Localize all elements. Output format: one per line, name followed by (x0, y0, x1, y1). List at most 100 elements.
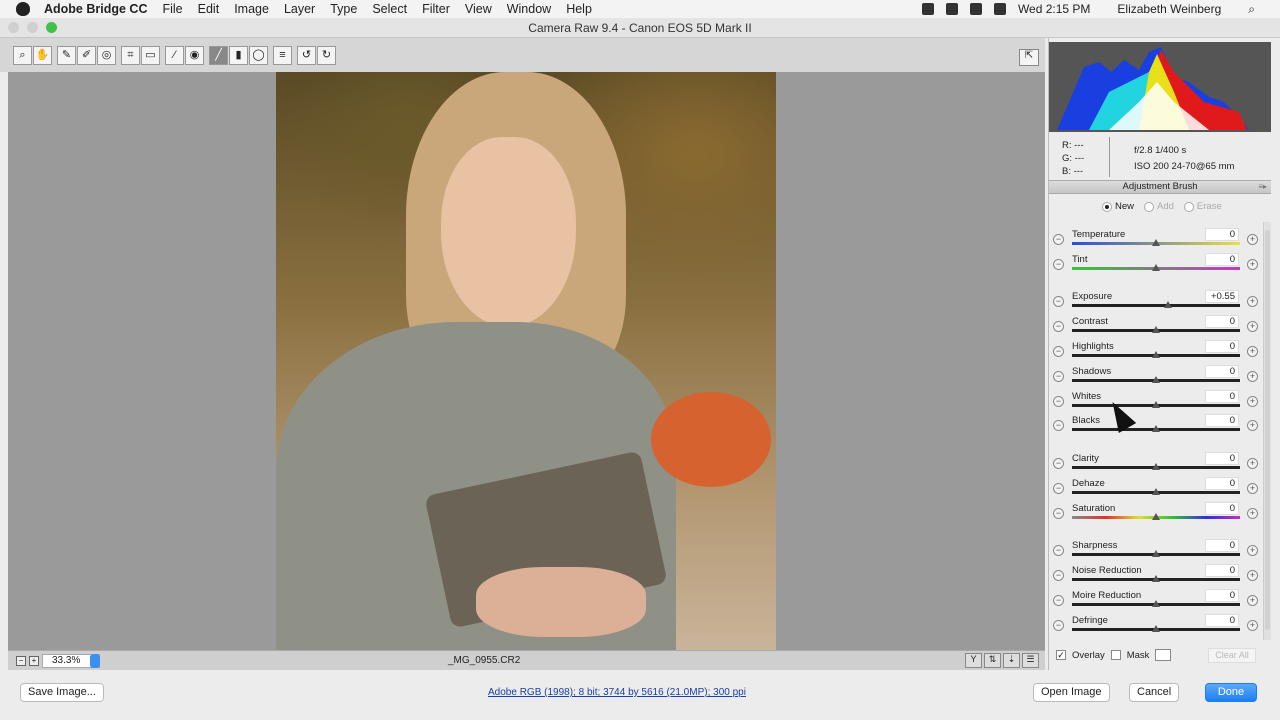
save-image-button[interactable]: Save Image... (20, 683, 104, 702)
clock[interactable]: Wed 2:15 PM (1018, 2, 1090, 16)
mode-new-radio[interactable]: New (1102, 201, 1134, 212)
tint-value-input[interactable]: 0 (1205, 253, 1239, 266)
slider-thumb[interactable] (1152, 463, 1160, 470)
highlights-value-input[interactable]: 0 (1205, 340, 1239, 353)
decrease-icon[interactable]: − (1053, 371, 1064, 382)
straighten-tool[interactable]: ▭ (141, 45, 160, 65)
dehaze-value-input[interactable]: 0 (1205, 477, 1239, 490)
panel-menu-icon[interactable]: ≡▸ (1258, 181, 1267, 193)
blacks-value-input[interactable]: 0 (1205, 414, 1239, 427)
menu-select[interactable]: Select (372, 2, 407, 16)
graduated-filter-tool[interactable]: ▮ (229, 45, 248, 65)
slider-thumb[interactable] (1152, 625, 1160, 632)
moire-reduction-value-input[interactable]: 0 (1205, 589, 1239, 602)
color-sampler-tool[interactable]: ✐ (77, 45, 96, 65)
wifi-icon[interactable] (969, 3, 982, 15)
increase-icon[interactable]: + (1247, 508, 1258, 519)
menu-help[interactable]: Help (566, 2, 592, 16)
sharpness-value-input[interactable]: 0 (1205, 539, 1239, 552)
menu-layer[interactable]: Layer (284, 2, 315, 16)
decrease-icon[interactable]: − (1053, 595, 1064, 606)
decrease-icon[interactable]: − (1053, 545, 1064, 556)
zoom-tool[interactable]: ⌕ (13, 45, 32, 65)
increase-icon[interactable]: + (1247, 545, 1258, 556)
decrease-icon[interactable]: − (1053, 570, 1064, 581)
workflow-options-link[interactable]: Adobe RGB (1998); 8 bit; 3744 by 5616 (2… (488, 687, 746, 698)
slider-thumb[interactable] (1152, 376, 1160, 383)
increase-icon[interactable]: + (1247, 396, 1258, 407)
slider-thumb[interactable] (1152, 425, 1160, 432)
slider-thumb[interactable] (1152, 239, 1160, 246)
slider-thumb[interactable] (1152, 488, 1160, 495)
slider-thumb[interactable] (1152, 575, 1160, 582)
menu-view[interactable]: View (465, 2, 492, 16)
noise-reduction-value-input[interactable]: 0 (1205, 564, 1239, 577)
volume-icon[interactable] (993, 3, 1006, 15)
menu-image[interactable]: Image (234, 2, 269, 16)
rotate-right-tool[interactable]: ↻ (317, 45, 336, 65)
contrast-value-input[interactable]: 0 (1205, 315, 1239, 328)
decrease-icon[interactable]: − (1053, 321, 1064, 332)
defringe-value-input[interactable]: 0 (1205, 614, 1239, 627)
rotate-left-tool[interactable]: ↺ (297, 45, 316, 65)
increase-icon[interactable]: + (1247, 234, 1258, 245)
targeted-adjustment-tool[interactable]: ◎ (97, 45, 116, 65)
increase-icon[interactable]: + (1247, 321, 1258, 332)
preferences-tool[interactable]: ≡ (273, 45, 292, 65)
slider-thumb[interactable] (1152, 550, 1160, 557)
spotlight-search-icon[interactable]: ⌕ (1248, 2, 1255, 17)
increase-icon[interactable]: + (1247, 458, 1258, 469)
slider-thumb[interactable] (1152, 513, 1160, 520)
increase-icon[interactable]: + (1247, 420, 1258, 431)
open-image-button[interactable]: Open Image (1033, 683, 1110, 702)
spot-removal-tool[interactable]: ⁄ (165, 45, 184, 65)
slider-thumb[interactable] (1152, 264, 1160, 271)
slider-thumb[interactable] (1152, 600, 1160, 607)
slider-thumb[interactable] (1152, 326, 1160, 333)
decrease-icon[interactable]: − (1053, 420, 1064, 431)
swap-settings-button[interactable]: ⇅ (984, 653, 1001, 668)
white-balance-tool[interactable]: ✎ (57, 45, 76, 65)
photo[interactable] (276, 72, 776, 650)
fullscreen-toggle-button[interactable]: ⇱ (1019, 49, 1039, 66)
decrease-icon[interactable]: − (1053, 346, 1064, 357)
zoom-in-button[interactable]: + (29, 656, 39, 666)
increase-icon[interactable]: + (1247, 296, 1258, 307)
apple-icon[interactable] (16, 2, 30, 16)
overlay-checkbox[interactable]: ✓ (1056, 650, 1066, 660)
menu-window[interactable]: Window (507, 2, 551, 16)
shadows-value-input[interactable]: 0 (1205, 365, 1239, 378)
increase-icon[interactable]: + (1247, 346, 1258, 357)
mode-erase-radio[interactable]: Erase (1183, 201, 1222, 212)
whites-value-input[interactable]: 0 (1205, 390, 1239, 403)
radial-filter-tool[interactable]: ◯ (249, 45, 268, 65)
panel-scrollbar[interactable] (1263, 222, 1271, 640)
slider-track[interactable] (1072, 304, 1240, 307)
menu-filter[interactable]: Filter (422, 2, 450, 16)
clarity-value-input[interactable]: 0 (1205, 452, 1239, 465)
evernote-icon[interactable] (945, 3, 958, 15)
dropbox-icon[interactable] (921, 3, 934, 15)
increase-icon[interactable]: + (1247, 620, 1258, 631)
zoom-out-button[interactable]: − (16, 656, 26, 666)
increase-icon[interactable]: + (1247, 259, 1258, 270)
adjustment-brush-tool[interactable]: ╱ (209, 45, 228, 65)
slider-thumb[interactable] (1152, 351, 1160, 358)
increase-icon[interactable]: + (1247, 371, 1258, 382)
image-preview[interactable] (8, 72, 1045, 650)
scrollbar-thumb[interactable] (1265, 230, 1270, 630)
hand-tool[interactable]: ✋ (33, 45, 52, 65)
menu-type[interactable]: Type (330, 2, 357, 16)
temperature-value-input[interactable]: 0 (1205, 228, 1239, 241)
decrease-icon[interactable]: − (1053, 458, 1064, 469)
decrease-icon[interactable]: − (1053, 396, 1064, 407)
zoom-window-button[interactable] (46, 22, 57, 33)
increase-icon[interactable]: + (1247, 483, 1258, 494)
cancel-button[interactable]: Cancel (1129, 683, 1180, 702)
clear-all-button[interactable]: Clear All (1208, 648, 1256, 663)
increase-icon[interactable]: + (1247, 595, 1258, 606)
user-name[interactable]: Elizabeth Weinberg (1117, 2, 1221, 16)
mask-checkbox[interactable] (1110, 650, 1121, 660)
decrease-icon[interactable]: − (1053, 296, 1064, 307)
crop-tool[interactable]: ⌗ (121, 45, 140, 65)
